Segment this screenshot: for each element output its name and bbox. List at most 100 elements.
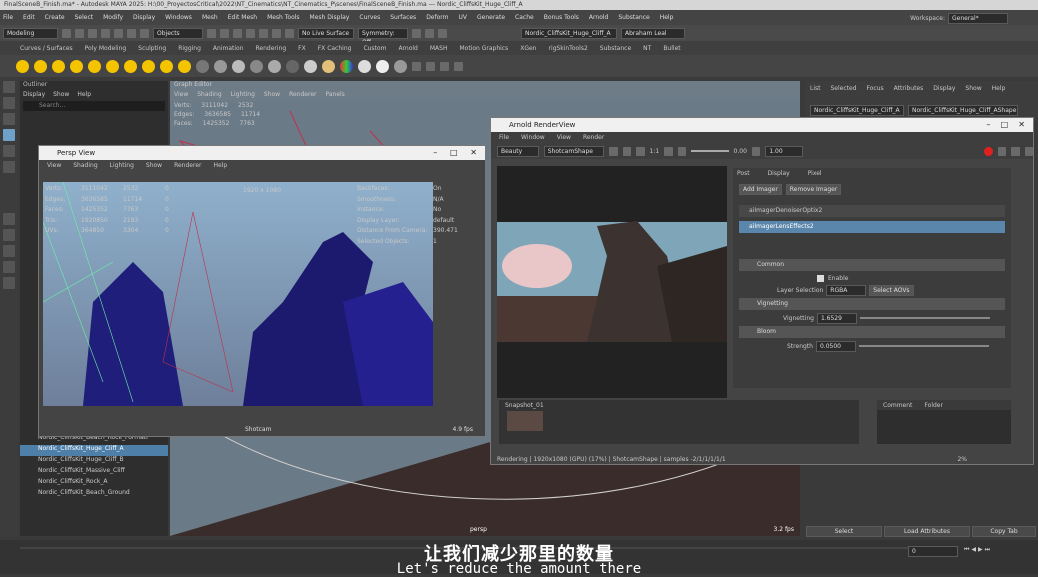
arnold-side-tab-post[interactable]: Post — [737, 170, 750, 177]
shader-rainbow-icon[interactable] — [340, 59, 353, 73]
arnold-side-tab-display[interactable]: Display — [768, 170, 790, 177]
directional-light-icon[interactable] — [178, 59, 191, 73]
menu-modify[interactable]: Modify — [103, 14, 123, 21]
layout-single-icon[interactable] — [3, 213, 15, 225]
persp-menu-lighting[interactable]: Lighting — [110, 162, 134, 169]
attr-menu-show[interactable]: Show — [965, 85, 981, 92]
arnold-menu-view[interactable]: View — [557, 134, 571, 141]
viewport-menu-shading[interactable]: Shading — [197, 91, 221, 98]
list-item[interactable]: Nordic_CliffsKit_Huge_Cliff_A — [20, 445, 168, 456]
persp-menu-renderer[interactable]: Renderer — [174, 162, 201, 169]
shelf-tab-12[interactable]: XGen — [520, 45, 536, 52]
menu-create[interactable]: Create — [45, 14, 65, 21]
shelf-tab-6[interactable]: FX — [298, 45, 306, 52]
ipr-icon[interactable] — [272, 28, 281, 38]
remove-imager-button[interactable]: Remove Imager — [785, 184, 842, 195]
viewport-menu-panels[interactable]: Panels — [325, 91, 344, 98]
render-image-frame[interactable] — [497, 166, 727, 398]
area-light-icon[interactable] — [16, 59, 29, 73]
outliner-menu-show[interactable]: Show — [53, 91, 69, 98]
menu-substance[interactable]: Substance — [618, 14, 649, 21]
live-surface-field[interactable]: No Live Surface — [298, 27, 354, 39]
menu-mesh-display[interactable]: Mesh Display — [310, 14, 350, 21]
attr-menu-help[interactable]: Help — [992, 85, 1006, 92]
attr-menu-display[interactable]: Display — [933, 85, 955, 92]
persp-menu-show[interactable]: Show — [146, 162, 162, 169]
shader-gray-icon[interactable] — [214, 59, 227, 73]
shelf-tab-8[interactable]: Custom — [363, 45, 386, 52]
zoom-icon[interactable] — [636, 146, 645, 156]
ui-toggle-icon[interactable] — [425, 28, 434, 38]
menu-edit[interactable]: Edit — [23, 14, 35, 21]
arnold-menu-render[interactable]: Render — [583, 134, 604, 141]
ratio-label[interactable]: 1:1 — [650, 148, 660, 155]
menu-generate[interactable]: Generate — [477, 14, 505, 21]
comment-tab[interactable]: Comment — [883, 402, 912, 409]
shelf-tab-5[interactable]: Rendering — [256, 45, 287, 52]
select-button[interactable]: Select — [806, 526, 882, 537]
camera-select[interactable]: ShotcamShape — [543, 145, 605, 157]
persp-window-controls[interactable]: – □ ✕ — [433, 148, 477, 157]
photometric-light-icon[interactable] — [106, 59, 119, 73]
snap-curve-icon[interactable] — [220, 28, 229, 38]
shelf-tab-7[interactable]: FX Caching — [318, 45, 352, 52]
undo-icon[interactable] — [88, 28, 97, 38]
imager-denoiser[interactable]: aiImagerDenoiserOptix2 — [739, 205, 1005, 217]
display-select[interactable]: Beauty — [497, 145, 539, 157]
render-settings-icon[interactable] — [285, 28, 294, 38]
select-component-icon[interactable] — [140, 28, 149, 38]
common-section[interactable]: Common — [739, 259, 1005, 271]
menu-deform[interactable]: Deform — [426, 14, 448, 21]
shader-plain-icon[interactable] — [376, 59, 389, 73]
quad-light-icon[interactable] — [88, 59, 101, 73]
menu-mesh[interactable]: Mesh — [202, 14, 218, 21]
shader-white-icon[interactable] — [304, 59, 317, 73]
shader-metal-icon[interactable] — [250, 59, 263, 73]
gear-icon[interactable] — [677, 146, 687, 156]
workspace-select[interactable]: General* — [948, 13, 1008, 24]
menu-help[interactable]: Help — [660, 14, 674, 21]
persp-menu-view[interactable]: View — [47, 162, 61, 169]
layer-selection-field[interactable]: RGBA — [826, 284, 867, 296]
move-tool-icon[interactable] — [3, 129, 15, 141]
viewport-menu-view[interactable]: View — [174, 91, 188, 98]
lut-icon[interactable] — [751, 146, 761, 156]
shader-gold-icon[interactable] — [322, 59, 335, 73]
vignetting-slider[interactable] — [859, 317, 990, 319]
light-portal-icon[interactable] — [142, 59, 155, 73]
snap-view-icon[interactable] — [246, 28, 255, 38]
point-light-icon[interactable] — [52, 59, 65, 73]
outliner-menu-display[interactable]: Display — [23, 91, 45, 98]
add-imager-button[interactable]: Add Imager — [739, 184, 782, 195]
physical-sky-icon[interactable] — [160, 59, 173, 73]
shelf-tab-15[interactable]: NT — [643, 45, 651, 52]
viewport-menu-show[interactable]: Show — [264, 91, 280, 98]
outliner-menu-help[interactable]: Help — [77, 91, 91, 98]
shelf-tab-10[interactable]: MASH — [430, 45, 448, 52]
arnold-window-controls[interactable]: – □ ✕ — [986, 120, 1025, 129]
list-item[interactable]: Nordic_CliffsKit_Beach_Ground — [20, 489, 168, 500]
shelf-tab-13[interactable]: rigSkinTools2 — [548, 45, 587, 52]
strength-slider[interactable] — [858, 345, 989, 347]
shader-glass-icon[interactable] — [394, 59, 407, 73]
snap-point-icon[interactable] — [233, 28, 242, 38]
attr-menu-selected[interactable]: Selected — [831, 85, 857, 92]
persp-menu-shading[interactable]: Shading — [73, 162, 97, 169]
viewport-menu-renderer[interactable]: Renderer — [289, 91, 316, 98]
menu-surfaces[interactable]: Surfaces — [390, 14, 416, 21]
viewport-menu-lighting[interactable]: Lighting — [231, 91, 255, 98]
spot-light-icon[interactable] — [70, 59, 83, 73]
panel-toggle-icon[interactable] — [438, 28, 447, 38]
refresh-icon[interactable] — [997, 146, 1007, 156]
menu-curves[interactable]: Curves — [359, 14, 380, 21]
attr-tab-shape[interactable]: Nordic_CliffsKit_Huge_Cliff_AShape — [908, 105, 1018, 116]
menu-cache[interactable]: Cache — [515, 14, 534, 21]
render-icon[interactable] — [259, 28, 268, 38]
lasso-tool-icon[interactable] — [3, 97, 15, 109]
tx-manager-icon[interactable] — [440, 61, 449, 71]
shader-dark-icon[interactable] — [286, 59, 299, 73]
redo-icon[interactable] — [101, 28, 110, 38]
scale-tool-icon[interactable] — [3, 161, 15, 173]
stop-render-icon[interactable] — [984, 146, 993, 156]
shelf-tab-16[interactable]: Bullet — [663, 45, 680, 52]
